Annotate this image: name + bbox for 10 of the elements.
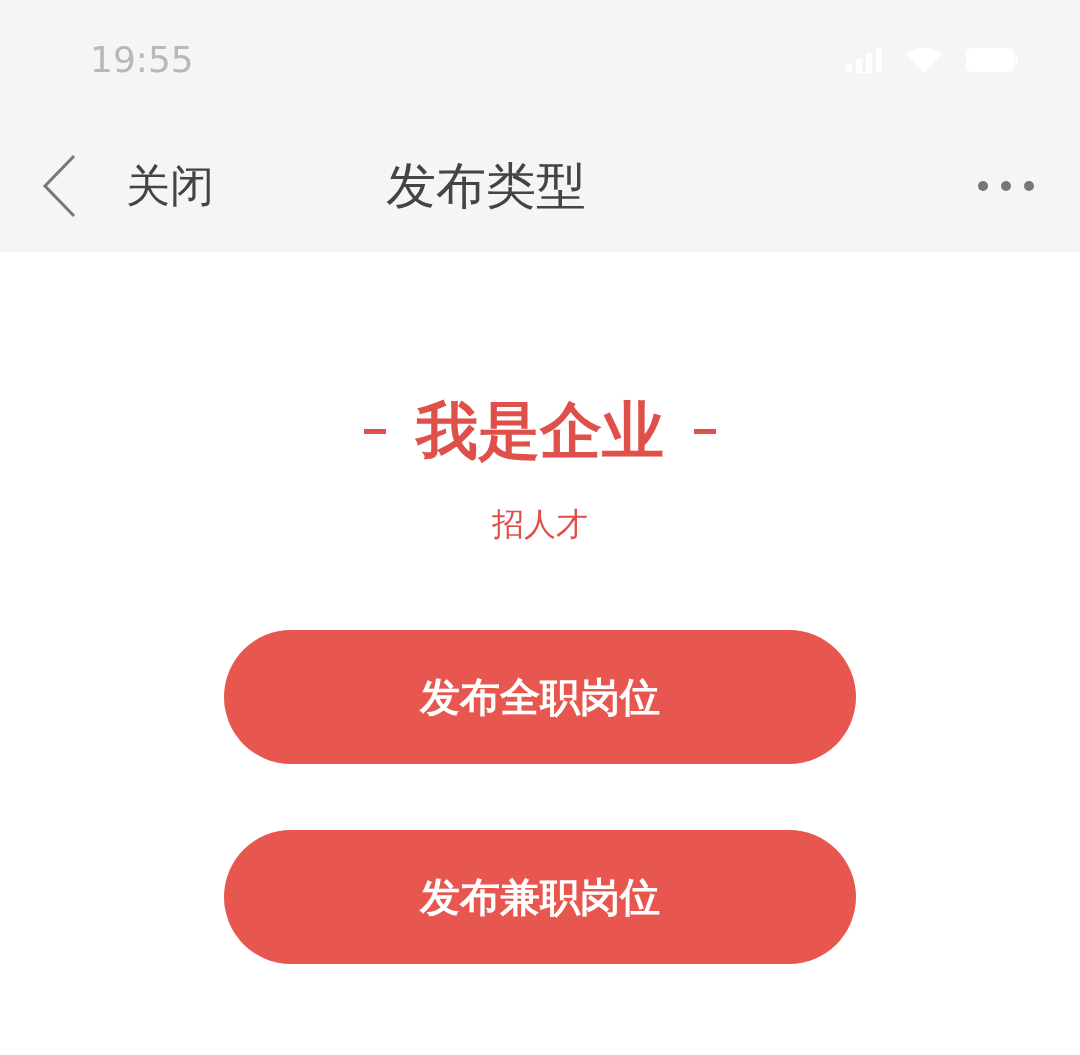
title-dash <box>694 428 716 434</box>
section-subtitle: 招人才 <box>492 504 588 545</box>
page-title: 发布类型 <box>386 155 586 217</box>
section-title: 我是企业 <box>416 400 664 462</box>
back-button[interactable]: 关闭 <box>42 153 214 219</box>
publish-button[interactable]: 发布全职岗位 <box>224 630 856 764</box>
title-dash <box>364 428 386 434</box>
chevron-left-icon <box>42 154 76 218</box>
status-time: 19:55 <box>90 38 194 82</box>
publish-button[interactable]: 发布兼职岗位 <box>224 830 856 964</box>
